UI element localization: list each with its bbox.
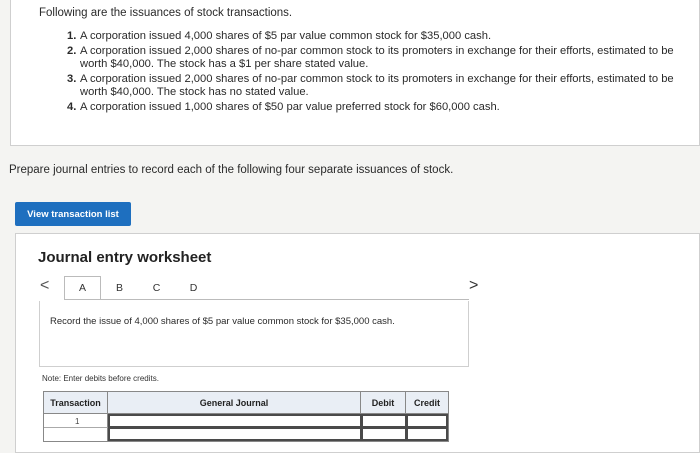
column-header-general-journal: General Journal	[108, 392, 361, 414]
column-header-credit: Credit	[406, 392, 448, 414]
tab-d[interactable]: D	[175, 276, 212, 300]
account-select[interactable]	[108, 414, 362, 428]
item-text: A corporation issued 1,000 shares of $50…	[80, 100, 500, 113]
tab-divider	[64, 299, 469, 300]
journal-entry-worksheet: Journal entry worksheet < A B C D > Reco…	[15, 233, 700, 453]
debit-input[interactable]	[361, 427, 407, 441]
list-item: 2. A corporation issued 2,000 shares of n…	[67, 45, 687, 72]
transaction-number: 1	[75, 417, 80, 426]
debit-input[interactable]	[361, 414, 407, 428]
description-box: Record the issue of 4,000 shares of $5 p…	[39, 301, 469, 367]
column-header-transaction: Transaction	[44, 392, 108, 414]
item-text: A corporation issued 2,000 shares of no-…	[80, 44, 674, 71]
tab-b[interactable]: B	[101, 276, 138, 300]
item-number: 3.	[67, 72, 77, 85]
journal-table: Transaction General Journal Debit Credit…	[43, 391, 449, 442]
list-item: 1. A corporation issued 4,000 shares of $…	[67, 30, 687, 44]
problem-intro: Following are the issuances of stock tra…	[39, 7, 293, 19]
instruction-text: Prepare journal entries to record each o…	[9, 164, 454, 176]
view-transaction-list-button[interactable]: View transaction list	[15, 202, 131, 226]
problem-panel: Following are the issuances of stock tra…	[10, 0, 700, 146]
tab-c[interactable]: C	[138, 276, 175, 300]
table-row	[44, 428, 108, 441]
transaction-tabs: A B C D	[64, 276, 212, 300]
item-text: A corporation issued 2,000 shares of no-…	[80, 72, 674, 99]
column-header-debit: Debit	[361, 392, 406, 414]
chevron-right-icon[interactable]: >	[469, 277, 478, 295]
transaction-description: Record the issue of 4,000 shares of $5 p…	[50, 316, 395, 327]
tab-a[interactable]: A	[64, 276, 101, 300]
list-item: 3. A corporation issued 2,000 shares of n…	[67, 73, 687, 100]
worksheet-title: Journal entry worksheet	[38, 249, 212, 266]
transaction-list: 1. A corporation issued 4,000 shares of $…	[67, 30, 687, 115]
item-text: A corporation issued 4,000 shares of $5 …	[80, 30, 492, 42]
item-number: 1.	[67, 30, 77, 42]
credit-input[interactable]	[406, 414, 448, 428]
chevron-left-icon[interactable]: <	[40, 277, 49, 295]
entry-note: Note: Enter debits before credits.	[42, 374, 159, 383]
credit-input[interactable]	[406, 427, 448, 441]
item-number: 4.	[67, 100, 77, 113]
account-select[interactable]	[108, 427, 362, 441]
item-number: 2.	[67, 44, 77, 57]
list-item: 4. A corporation issued 1,000 shares of $…	[67, 101, 687, 115]
